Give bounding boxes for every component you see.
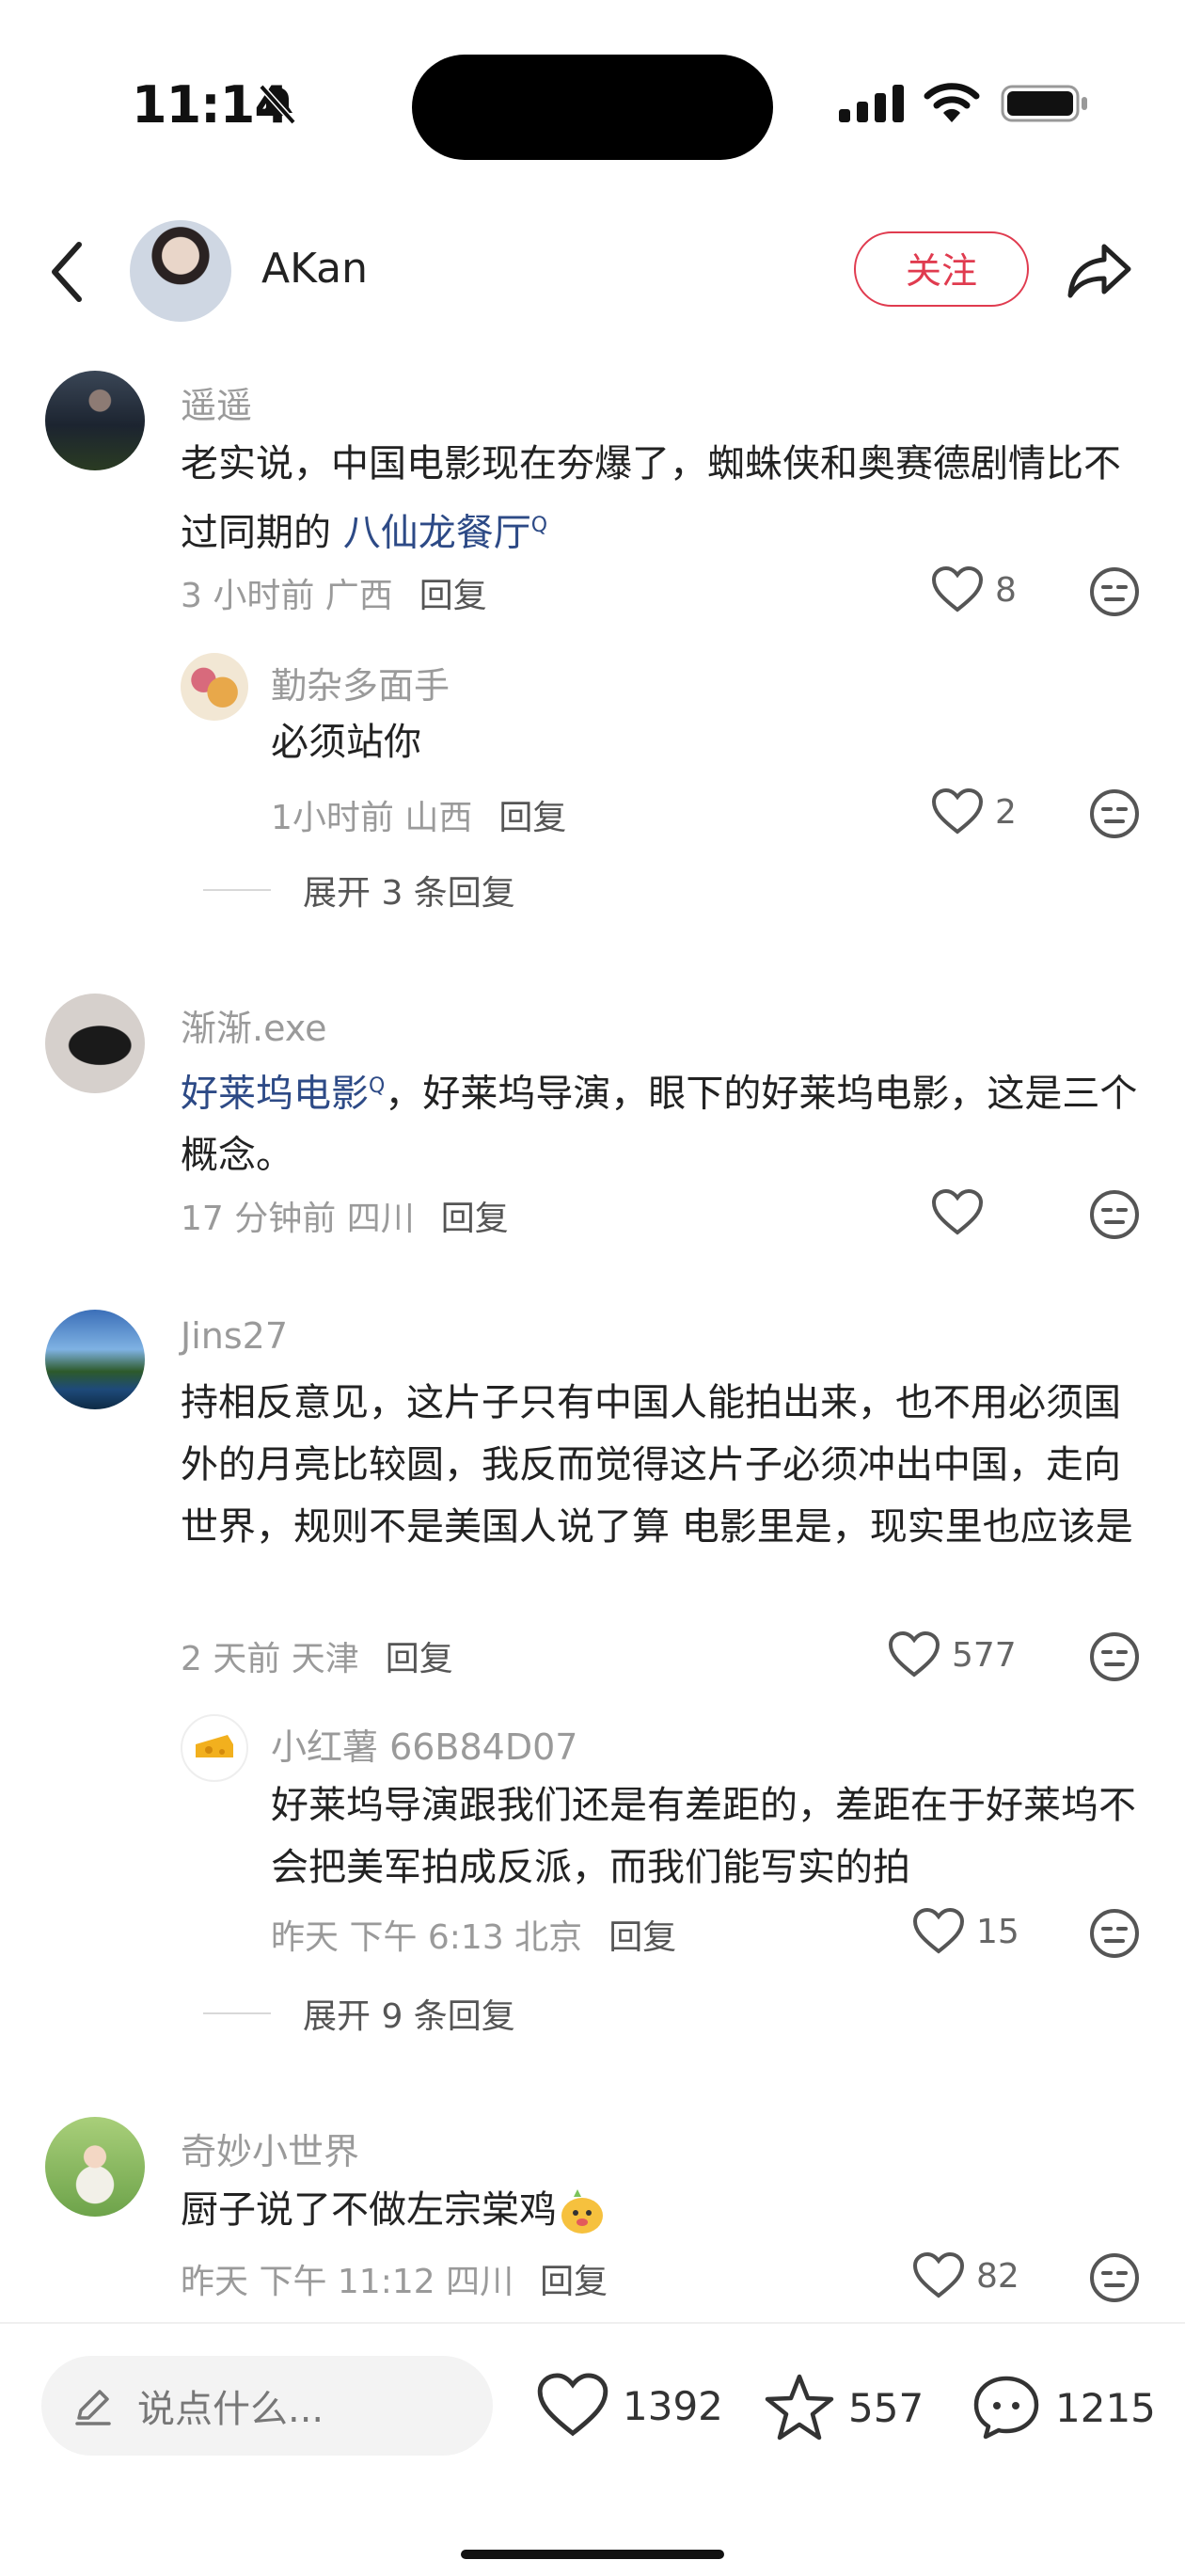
- share-icon[interactable]: [1066, 241, 1132, 299]
- reply-button[interactable]: 回复: [540, 2263, 608, 2301]
- reply-button[interactable]: 回复: [608, 1918, 676, 1957]
- comment-text: 厨子说了不做左宗棠鸡: [181, 2179, 1140, 2241]
- comment-author[interactable]: Jins27: [181, 1315, 288, 1357]
- comment-meta: 17 分钟前 四川 回复: [181, 1200, 509, 1238]
- avatar[interactable]: [45, 994, 145, 1093]
- search-icon: Q: [369, 1074, 386, 1098]
- avatar[interactable]: [181, 653, 248, 721]
- like-button[interactable]: 15: [912, 1908, 1019, 1955]
- like-button[interactable]: 2: [931, 788, 1017, 835]
- emoji-icon[interactable]: [1089, 1189, 1140, 1240]
- back-icon[interactable]: [49, 239, 87, 305]
- expand-replies-button[interactable]: 展开 9 条回复: [203, 1989, 515, 2038]
- post-favorite-button[interactable]: 557: [764, 2373, 924, 2442]
- comment-author[interactable]: 奇妙小世界: [181, 2123, 359, 2174]
- bottom-action-bar: 说点什么... 1392 557 1215: [0, 2322, 1185, 2576]
- heart-icon: [888, 1631, 940, 1678]
- emoji-icon[interactable]: [1089, 2252, 1140, 2303]
- avatar[interactable]: [45, 2117, 145, 2217]
- like-button[interactable]: 82: [912, 2252, 1019, 2299]
- emoji-icon[interactable]: [1089, 1631, 1140, 1682]
- comment-input-placeholder: 说点什么...: [137, 2388, 324, 2431]
- like-count: 577: [952, 1635, 1017, 1675]
- search-icon: Q: [530, 514, 548, 537]
- post-favorite-count: 557: [848, 2384, 924, 2431]
- cellular-signal-icon: [839, 85, 904, 122]
- reply-button[interactable]: 回复: [419, 577, 487, 615]
- home-indicator[interactable]: [461, 2550, 724, 2559]
- like-count: 2: [995, 792, 1017, 832]
- comment-text: 持相反意见，这片子只有中国人能拍出来，也不用必须国外的月亮比较圆，我反而觉得这片…: [181, 1381, 1133, 1549]
- avatar[interactable]: [181, 1714, 248, 1782]
- author-avatar[interactable]: [130, 220, 231, 322]
- avatar[interactable]: [45, 371, 145, 470]
- topic-link[interactable]: 好莱坞电影: [181, 1072, 369, 1115]
- silent-bell-icon: [259, 84, 296, 125]
- author-name[interactable]: AKan: [261, 245, 368, 293]
- heart-icon: [537, 2373, 608, 2437]
- reply-text: 好莱坞导演跟我们还是有差距的，差距在于好莱坞不会把美军拍成反派，而我们能写实的拍: [271, 1784, 1136, 1889]
- comment-icon: [973, 2376, 1039, 2440]
- reply-button[interactable]: 回复: [441, 1200, 509, 1238]
- reply-meta: 昨天 下午 6:13 北京 回复: [271, 1918, 677, 1957]
- reply-text: 必须站你: [271, 721, 421, 764]
- comment-author[interactable]: 遥遥: [181, 376, 252, 428]
- topic-link[interactable]: 八仙龙餐厅: [343, 511, 531, 554]
- post-like-count: 1392: [623, 2382, 723, 2429]
- heart-icon: [931, 566, 984, 612]
- like-count: 15: [976, 1912, 1019, 1951]
- emoji-icon[interactable]: [1089, 566, 1140, 617]
- comment-meta: 2 天前 天津 回复: [181, 1640, 453, 1678]
- comment-text: 老实说，中国电影现在夯爆了，蜘蛛侠和奥赛德剧情比不过同期的 八仙龙餐厅Q: [181, 442, 1121, 555]
- post-comment-button[interactable]: 1215: [971, 2373, 1156, 2442]
- expand-replies-button[interactable]: 展开 3 条回复: [203, 866, 515, 914]
- heart-icon: [912, 2252, 965, 2298]
- emoji-icon[interactable]: [1089, 1908, 1140, 1959]
- mascot-emoji-icon: [561, 2189, 603, 2234]
- reply-author[interactable]: 勤杂多面手: [271, 657, 450, 708]
- heart-icon: [912, 1908, 965, 1954]
- emoji-icon[interactable]: [1089, 788, 1140, 839]
- status-bar: 11:14: [0, 0, 1185, 198]
- like-count: 82: [976, 2256, 1019, 2296]
- comment-meta: 3 小时前 广西 回复: [181, 577, 487, 615]
- comment-input[interactable]: 说点什么...: [41, 2356, 493, 2456]
- post-header: AKan 关注: [0, 207, 1185, 339]
- heart-icon: [931, 788, 984, 835]
- edit-icon: [75, 2390, 111, 2425]
- comment-author[interactable]: 渐渐.exe: [181, 999, 327, 1051]
- follow-button[interactable]: 关注: [854, 231, 1029, 307]
- like-button[interactable]: 577: [888, 1631, 1017, 1678]
- cheese-icon: [196, 1735, 233, 1757]
- reply-meta: 1小时前 山西 回复: [271, 799, 567, 837]
- battery-icon: [1001, 85, 1087, 122]
- divider: [203, 2012, 271, 2014]
- divider: [203, 889, 271, 891]
- heart-icon: [931, 1189, 984, 1235]
- star-icon: [765, 2374, 834, 2441]
- like-button[interactable]: 8: [931, 566, 1017, 613]
- comment-text: 好莱坞电影Q，好莱坞导演，眼下的好莱坞电影，这是三个概念。: [181, 1072, 1138, 1178]
- reply-button[interactable]: 回复: [498, 799, 566, 837]
- reply-author[interactable]: 小红薯 66B84D07: [271, 1718, 577, 1770]
- like-button[interactable]: [931, 1189, 995, 1236]
- avatar[interactable]: [45, 1310, 145, 1409]
- like-count: 8: [995, 570, 1017, 610]
- wifi-icon: [924, 83, 980, 122]
- comment-meta: 昨天 下午 11:12 四川 回复: [181, 2263, 608, 2301]
- post-like-button[interactable]: 1392: [536, 2373, 723, 2439]
- dynamic-island: [412, 55, 773, 160]
- post-comment-count: 1215: [1055, 2384, 1156, 2431]
- reply-button[interactable]: 回复: [386, 1640, 453, 1678]
